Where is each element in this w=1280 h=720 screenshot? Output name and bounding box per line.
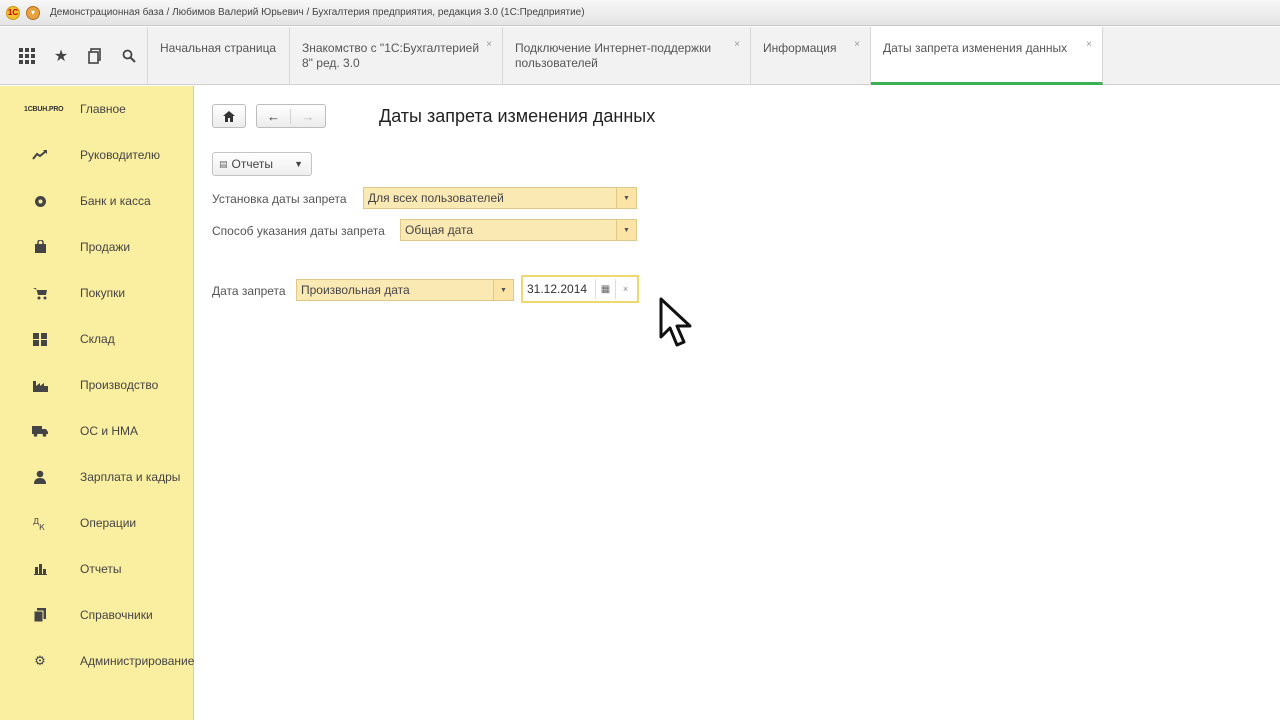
sidebar-item-sales[interactable]: Продажи — [0, 224, 194, 270]
tab-label: Начальная страница — [160, 41, 277, 55]
coin-icon — [0, 195, 80, 208]
main-content: ← → Даты запрета изменения данных ▤ Отче… — [195, 86, 1280, 720]
sidebar-item-label: Склад — [80, 332, 115, 346]
dropdown-arrow-icon[interactable]: ▼ — [616, 188, 636, 208]
truck-icon — [0, 425, 80, 437]
tab-closing-dates[interactable]: Даты запрета изменения данных × — [871, 27, 1103, 85]
svg-text:К: К — [39, 523, 45, 530]
grid-icon[interactable] — [10, 39, 44, 73]
operations-icon: ДК — [0, 516, 80, 530]
sidebar-item-label: Продажи — [80, 240, 131, 254]
close-icon[interactable]: × — [854, 37, 860, 52]
tab-bar: ★ Начальная страница Знакомство с "1С:Бу… — [0, 27, 1280, 85]
book-icon — [0, 608, 80, 622]
history-icon[interactable] — [78, 39, 112, 73]
cart-icon — [0, 287, 80, 300]
sidebar-item-label: Главное — [80, 102, 126, 116]
sidebar-item-label: Зарплата и кадры — [80, 470, 181, 484]
dropdown-arrow-icon[interactable]: ▼ — [616, 220, 636, 240]
bag-icon — [0, 240, 80, 254]
home-icon — [223, 110, 235, 122]
tab-label: Даты запрета изменения данных — [883, 41, 1068, 55]
setup-value: Для всех пользователей — [368, 191, 504, 205]
app-logo-icon: 1С — [6, 5, 20, 20]
date-kind-value: Произвольная дата — [301, 283, 410, 297]
sidebar-item-label: Администрирование — [80, 654, 194, 668]
warehouse-icon — [0, 332, 80, 346]
sidebar-item-payroll[interactable]: Зарплата и кадры — [0, 454, 194, 500]
close-icon[interactable]: × — [734, 37, 740, 52]
home-button[interactable] — [212, 104, 246, 128]
gear-icon: ⚙ — [34, 653, 46, 668]
sidebar-item-label: Руководителю — [80, 148, 161, 162]
forward-arrow-icon[interactable]: → — [291, 109, 325, 124]
sidebar-item-label: Справочники — [80, 608, 153, 622]
sidebar-item-label: ОС и НМА — [80, 424, 139, 438]
sidebar-item-purchases[interactable]: Покупки — [0, 270, 194, 316]
sidebar-item-operations[interactable]: ДК Операции — [0, 500, 194, 546]
tab-information[interactable]: Информация × — [751, 27, 871, 85]
sidebar-item-catalogs[interactable]: Справочники — [0, 592, 194, 638]
tab-label: Подключение Интернет-поддержки пользоват… — [515, 41, 712, 70]
reports-button-label: Отчеты — [231, 157, 273, 171]
navigation-buttons: ← → — [256, 104, 326, 128]
brand-logo-icon: 1CBUH.PRO — [24, 105, 64, 113]
main-menu-icon[interactable]: ▾ — [26, 5, 40, 20]
tab-label: Знакомство с "1С:Бухгалтерией 8" ред. 3.… — [302, 41, 480, 70]
mouse-cursor-icon — [659, 297, 692, 347]
sidebar-item-label: Производство — [80, 378, 159, 392]
chevron-down-icon: ▼ — [294, 159, 303, 169]
window-title-bar: 1С ▾ Демонстрационная база / Любимов Вал… — [0, 0, 1280, 26]
person-icon — [0, 470, 80, 484]
trend-icon — [0, 149, 80, 161]
sidebar-item-bank[interactable]: Банк и касса — [0, 178, 194, 224]
sidebar-item-administration[interactable]: ⚙ Администрирование — [0, 638, 194, 684]
method-select[interactable]: Общая дата ▼ — [400, 219, 637, 241]
dropdown-arrow-icon[interactable]: ▼ — [493, 280, 513, 300]
close-icon[interactable]: × — [1086, 37, 1092, 52]
method-label: Способ указания даты запрета — [212, 224, 385, 238]
tab-home[interactable]: Начальная страница — [148, 27, 290, 85]
tab-label: Информация — [763, 41, 837, 55]
close-icon[interactable]: × — [486, 37, 492, 52]
setup-select[interactable]: Для всех пользователей ▼ — [363, 187, 637, 209]
sidebar-item-main[interactable]: 1CBUH.PRO Главное — [0, 86, 194, 132]
sidebar-item-label: Отчеты — [80, 562, 122, 576]
back-arrow-icon[interactable]: ← — [257, 108, 291, 124]
search-icon[interactable] — [112, 39, 146, 73]
date-kind-select[interactable]: Произвольная дата ▼ — [296, 279, 514, 301]
closing-date-input[interactable]: 31.12.2014 ▦ × — [521, 275, 639, 303]
sidebar-item-warehouse[interactable]: Склад — [0, 316, 194, 362]
calendar-icon[interactable]: ▦ — [595, 279, 615, 299]
page-title: Даты запрета изменения данных — [379, 106, 656, 126]
closing-date-value: 31.12.2014 — [527, 282, 588, 296]
sidebar-item-manager[interactable]: Руководителю — [0, 132, 194, 178]
toolbar-icons: ★ — [0, 27, 148, 85]
sidebar-item-production[interactable]: Производство — [0, 362, 194, 408]
window-title: Демонстрационная база / Любимов Валерий … — [50, 7, 585, 18]
method-value: Общая дата — [405, 223, 474, 237]
date-label: Дата запрета — [212, 284, 286, 298]
report-icon: ▤ — [219, 158, 228, 169]
sidebar-item-label: Банк и касса — [80, 194, 151, 208]
sidebar-item-label: Операции — [80, 516, 137, 530]
reports-button[interactable]: ▤ Отчеты ▼ — [212, 152, 312, 176]
chart-icon — [0, 563, 80, 575]
tab-internet-support[interactable]: Подключение Интернет-поддержки пользоват… — [503, 27, 751, 85]
sidebar-item-fixed-assets[interactable]: ОС и НМА — [0, 408, 194, 454]
tab-introduction[interactable]: Знакомство с "1С:Бухгалтерией 8" ред. 3.… — [290, 27, 503, 85]
setup-label: Установка даты запрета — [212, 192, 347, 206]
clear-icon[interactable]: × — [615, 279, 635, 299]
sidebar-item-reports[interactable]: Отчеты — [0, 546, 194, 592]
star-icon[interactable]: ★ — [44, 39, 78, 73]
factory-icon — [0, 379, 80, 392]
sidebar-item-label: Покупки — [80, 286, 126, 300]
sidebar: 1CBUH.PRO Главное Руководителю Банк и ка… — [0, 86, 194, 720]
